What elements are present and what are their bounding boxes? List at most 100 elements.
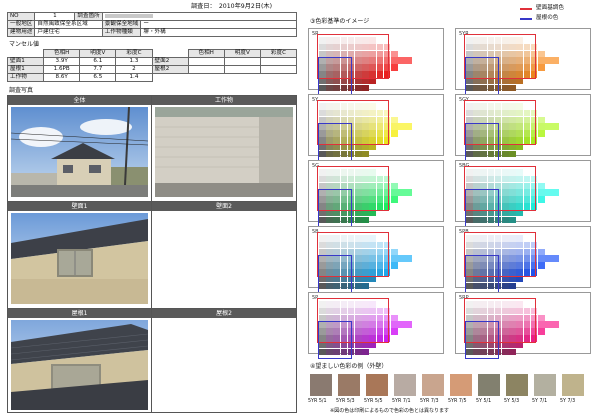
hue-chart-5r: 5R (308, 28, 444, 96)
photo-header-wall1: 壁面1 (8, 202, 151, 211)
no-label: NO (6, 12, 36, 21)
roof-range-box (465, 255, 499, 294)
tone-swatch (502, 150, 509, 158)
tone-swatch (391, 116, 398, 124)
example-swatch (422, 374, 444, 396)
hue-chart-5rp: 5RP (455, 292, 591, 360)
tone-swatch (538, 182, 545, 190)
photo-header-roof1: 屋根1 (8, 309, 151, 318)
munsell-row-name: 壁面1 (6, 57, 45, 66)
roof-range-box (318, 189, 352, 228)
photo-overall (11, 107, 148, 197)
location-label: 調査箇所 (74, 12, 103, 21)
example-swatch-label: 5YR 7/5 (448, 399, 467, 404)
tone-swatch (362, 84, 369, 92)
tone-swatch (509, 348, 516, 356)
hue-chart-5p: 5P (308, 292, 444, 360)
example-swatch-label: 5Y 7/1 (532, 399, 548, 404)
legend-wall-label: 壁面基調色 (536, 5, 564, 11)
structure-label: 工作物種類 (101, 28, 142, 37)
header-table: NO 1 調査箇所 一般地区 自然風致保全系区域 景観保全地域 ー 建物用途 戸… (6, 12, 298, 37)
munsell-row-name-right: 屋根2 (151, 65, 189, 74)
tone-swatch (545, 57, 552, 64)
example-swatch (338, 374, 360, 396)
example-swatch (366, 374, 388, 396)
tone-swatch (405, 321, 412, 328)
tone-swatch (405, 189, 412, 196)
munsell-cell (187, 65, 225, 74)
tone-swatch (552, 189, 559, 196)
photo-header-overall: 全体 (8, 96, 151, 105)
example-swatch (562, 374, 584, 396)
tone-swatch (545, 255, 552, 262)
hue-chart-5y: 5Y (308, 94, 444, 162)
munsell-v-header-2: 明度V (223, 49, 261, 58)
photo-grid-divider (151, 96, 152, 412)
tone-swatch (502, 84, 509, 92)
tone-swatch (538, 196, 545, 203)
tone-swatch (538, 314, 545, 322)
hue-chart-5yr: 5YR (455, 28, 591, 96)
tone-swatch (355, 216, 362, 224)
photo-wall2-empty (155, 213, 293, 304)
munsell-cell: 1.4 (115, 73, 153, 82)
photos-title: 調査写真 (9, 87, 34, 94)
zone-label: 一般地区 (6, 20, 36, 29)
tone-swatch (538, 116, 545, 124)
munsell-cell: 8.6Y (43, 73, 81, 82)
tone-swatch (391, 182, 398, 190)
example-swatch (450, 374, 472, 396)
example-swatch-label: 5YR 5/5 (364, 399, 383, 404)
tone-swatch (538, 57, 545, 64)
tone-swatch (391, 255, 398, 262)
tone-swatch (509, 216, 516, 224)
munsell-row-name: 屋根1 (6, 65, 45, 74)
tone-swatch (538, 64, 545, 71)
tone-swatch (538, 189, 545, 196)
tone-swatch (391, 196, 398, 203)
roof-range-box (318, 57, 352, 96)
tone-swatch (398, 189, 405, 196)
examples-note: ※図の色は印刷によるもので色彩の色とは異なります (330, 408, 450, 414)
zone-value: 自然風致保全系区域 (34, 20, 103, 29)
hue-chart-5g: 5G (308, 160, 444, 228)
photo-roof1 (11, 320, 148, 410)
tone-swatch (405, 57, 412, 64)
no-value: 1 (34, 12, 76, 21)
structure-value: 塀・外構 (140, 28, 297, 37)
photo-header-wall2: 壁面2 (152, 202, 296, 211)
tone-swatch (362, 150, 369, 158)
tone-swatch (391, 189, 398, 196)
tone-swatch (398, 255, 405, 262)
photo-structure (155, 107, 293, 197)
munsell-cell: 6.5 (79, 73, 117, 82)
use-value: 戸建住宅 (34, 28, 103, 37)
tone-swatch (391, 50, 398, 58)
roof-range-box (465, 57, 499, 96)
example-swatch-label: 5YR 7/1 (392, 399, 411, 404)
survey-date: 調査日： 2010年9月2日(木) (191, 3, 273, 10)
roof-range-box (318, 255, 352, 294)
photo-grid-divider (8, 201, 296, 202)
tone-swatch (398, 57, 405, 64)
tone-swatch (355, 150, 362, 158)
photo-header-roof2: 屋根2 (152, 309, 296, 318)
munsell-title: マンセル値 (9, 41, 40, 48)
tone-swatch (538, 255, 545, 262)
roof-range-box (465, 189, 499, 228)
roof-range-box (318, 123, 352, 162)
tone-swatch (391, 248, 398, 256)
roof-range-box (318, 321, 352, 360)
tone-swatch (538, 123, 545, 130)
munsell-cell (187, 57, 225, 66)
munsell-cell (259, 65, 298, 74)
munsell-cell (259, 57, 298, 66)
location-value (101, 12, 298, 21)
tone-swatch (538, 50, 545, 58)
tone-swatch (545, 189, 552, 196)
tone-swatch (538, 321, 545, 328)
munsell-c-header-2: 彩度C (259, 49, 298, 58)
tone-swatch (502, 216, 509, 224)
hue-chart-5gy: 5GY (455, 94, 591, 162)
tone-swatch (545, 321, 552, 328)
